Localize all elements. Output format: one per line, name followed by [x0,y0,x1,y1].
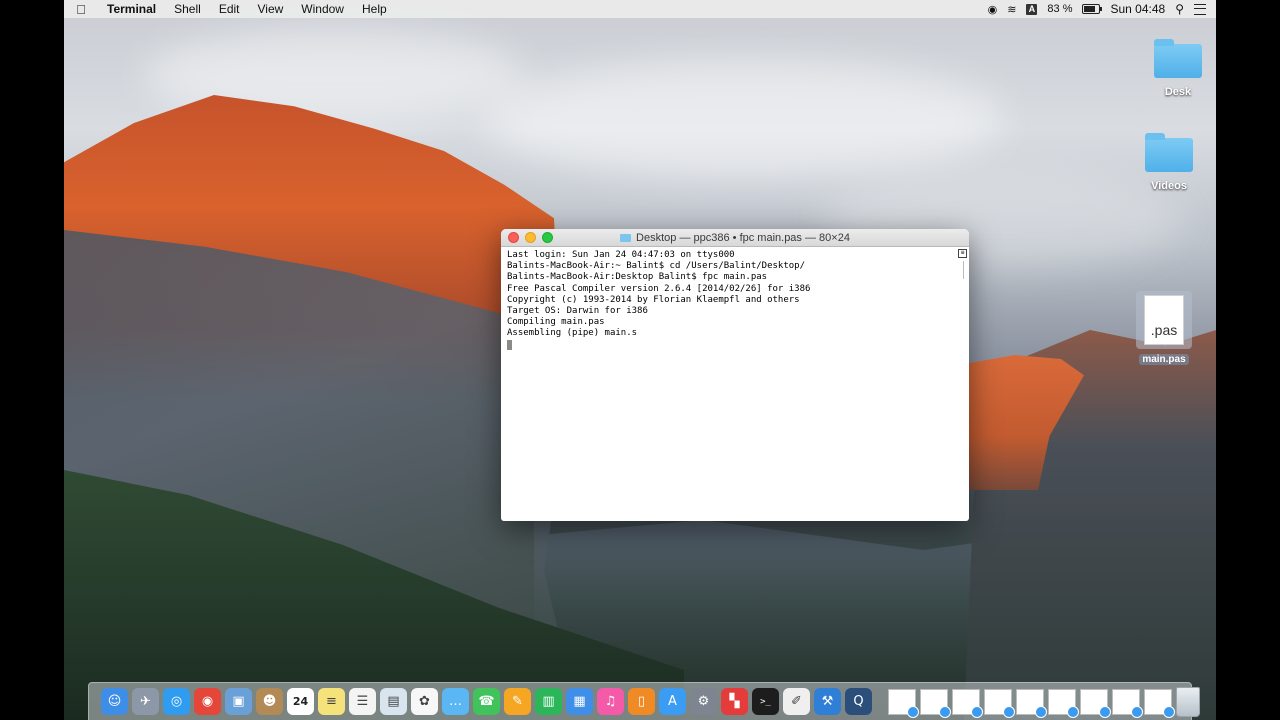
desktop-icon-label: main.pas [1139,354,1189,365]
dock-document-thumbnail[interactable] [920,688,951,718]
terminal-line: Last login: Sun Jan 24 04:47:03 on ttys0… [507,250,735,260]
menu-edit[interactable]: Edit [210,2,249,16]
dock-document-thumbnail[interactable] [984,688,1015,718]
terminal-line: Copyright (c) 1993-2014 by Florian Klaem… [507,294,800,305]
battery-icon[interactable] [1082,4,1103,14]
file-extension: .pas [1150,322,1178,338]
dock-document-thumbnail[interactable] [1016,688,1047,718]
terminal-line: Target OS: Darwin for i386 [507,306,648,317]
script-editor-icon[interactable]: ✐ [783,688,810,715]
finder-icon[interactable]: ☺ [101,688,128,715]
quicktime-icon[interactable]: Q [845,688,872,715]
dock-document-thumbnail[interactable] [1080,688,1111,718]
menu-view[interactable]: View [249,2,293,16]
facetime-icon[interactable]: ☎ [473,688,500,715]
itunes-icon[interactable]: ♫ [597,688,624,715]
safari-icon[interactable]: ◎ [163,688,190,715]
trash-icon[interactable] [1176,686,1200,717]
menu-app-name[interactable]: Terminal [98,2,165,16]
pages-icon[interactable]: ✎ [504,688,531,715]
menu-extras: ◉ ≋ A 83 % Sun 04:48 ⚲ [988,2,1216,16]
reminders-icon[interactable]: ☰ [349,688,376,715]
desktop-icon-label: Videos [1151,180,1187,192]
multicolor-app-icon[interactable]: ▚ [721,688,748,715]
dock: ☺ ✈ ◎ ◉ ▣ ☻ 24 ≡ ☰ ▤ ✿… ☎ ✎ ▥ ▦ ♫ ▯ A ⚙ ▚ >_ ✐ ⚒ Q [88,682,1200,720]
calendar-icon[interactable]: 24 [287,688,314,715]
desktop-file-main-pas[interactable]: .pas main.pas [1129,291,1199,367]
terminal-line: Balints-MacBook-Air:~ Balint$ cd /Users/… [507,261,806,272]
terminal-line: Compiling main.pas [507,317,605,328]
apple-menu-icon[interactable]:  [64,2,98,17]
photo-booth-icon[interactable]: ▤ [380,688,407,715]
keynote-icon[interactable]: ▦ [566,688,593,715]
notification-center-icon[interactable] [1194,3,1206,15]
dock-document-thumbnail[interactable] [1144,688,1175,718]
dock-document-thumbnail[interactable] [952,688,983,718]
selection-highlight: .pas [1136,291,1192,349]
desktop-folder-videos[interactable]: Videos [1134,133,1204,192]
dock-document-thumbnail[interactable] [888,688,919,718]
preview-icon[interactable]: ▣ [225,688,252,715]
terminal-icon[interactable]: >_ [752,688,779,715]
close-button[interactable] [508,232,519,243]
input-source-icon[interactable]: A [1026,3,1038,15]
menu-shell[interactable]: Shell [165,2,210,16]
zoom-button[interactable] [542,232,553,243]
spotlight-search-icon[interactable]: ⚲ [1175,2,1184,16]
menu-window[interactable]: Window [292,2,353,16]
notes-icon[interactable]: ≡ [318,688,345,715]
folder-icon [620,233,632,242]
contacts-icon[interactable]: ☻ [256,688,283,715]
terminal-cursor [507,339,512,350]
record-icon[interactable]: ◉ [988,3,998,16]
terminal-window[interactable]: Desktop — ppc386 • fpc main.pas — 80×24 … [501,229,969,521]
scroll-marker-icon[interactable]: ≡ [958,249,967,258]
desktop-icon-label: Desk [1164,86,1192,98]
chrome-icon[interactable]: ◉ [194,688,221,715]
xcode-icon[interactable]: ⚒ [814,688,841,715]
window-title: Desktop — ppc386 • fpc main.pas — 80×24 [636,231,850,244]
letterbox-left [0,0,64,720]
wifi-icon[interactable]: ≋ [1007,3,1016,16]
system-preferences-icon[interactable]: ⚙ [690,688,717,715]
scrollbar[interactable] [963,261,964,279]
terminal-line: Free Pascal Compiler version 2.6.4 [2014… [507,283,811,294]
messages-icon[interactable]: … [442,688,469,715]
terminal-line: Assembling (pipe) main.s [507,328,638,339]
numbers-icon[interactable]: ▥ [535,688,562,715]
letterbox-right [1216,0,1280,720]
app-store-icon[interactable]: A [659,688,686,715]
menu-bar:  Terminal Shell Edit View Window Help ◉… [64,0,1216,18]
dock-document-thumbnail[interactable] [1112,688,1143,718]
window-controls [508,232,553,243]
pas-file-icon: .pas [1144,295,1184,345]
window-titlebar[interactable]: Desktop — ppc386 • fpc main.pas — 80×24 [501,229,969,247]
minimize-button[interactable] [525,232,536,243]
terminal-line: Balints-MacBook-Air:Desktop Balint$ fpc … [507,272,768,283]
ibooks-icon[interactable]: ▯ [628,688,655,715]
menu-help[interactable]: Help [353,2,396,16]
battery-fill [1084,6,1096,12]
folder-icon [1145,133,1193,172]
photos-icon[interactable]: ✿ [411,688,438,715]
desktop-folder-desk[interactable]: Desk [1143,39,1213,98]
terminal-output[interactable]: Last login: Sun Jan 24 04:47:03 on ttys0… [501,247,969,517]
clock[interactable]: Sun 04:48 [1110,2,1165,16]
battery-percent[interactable]: 83 % [1047,3,1072,15]
cloud [484,60,1004,180]
launchpad-icon[interactable]: ✈ [132,688,159,715]
dock-document-thumbnail[interactable] [1048,688,1079,718]
folder-icon [1154,39,1202,78]
